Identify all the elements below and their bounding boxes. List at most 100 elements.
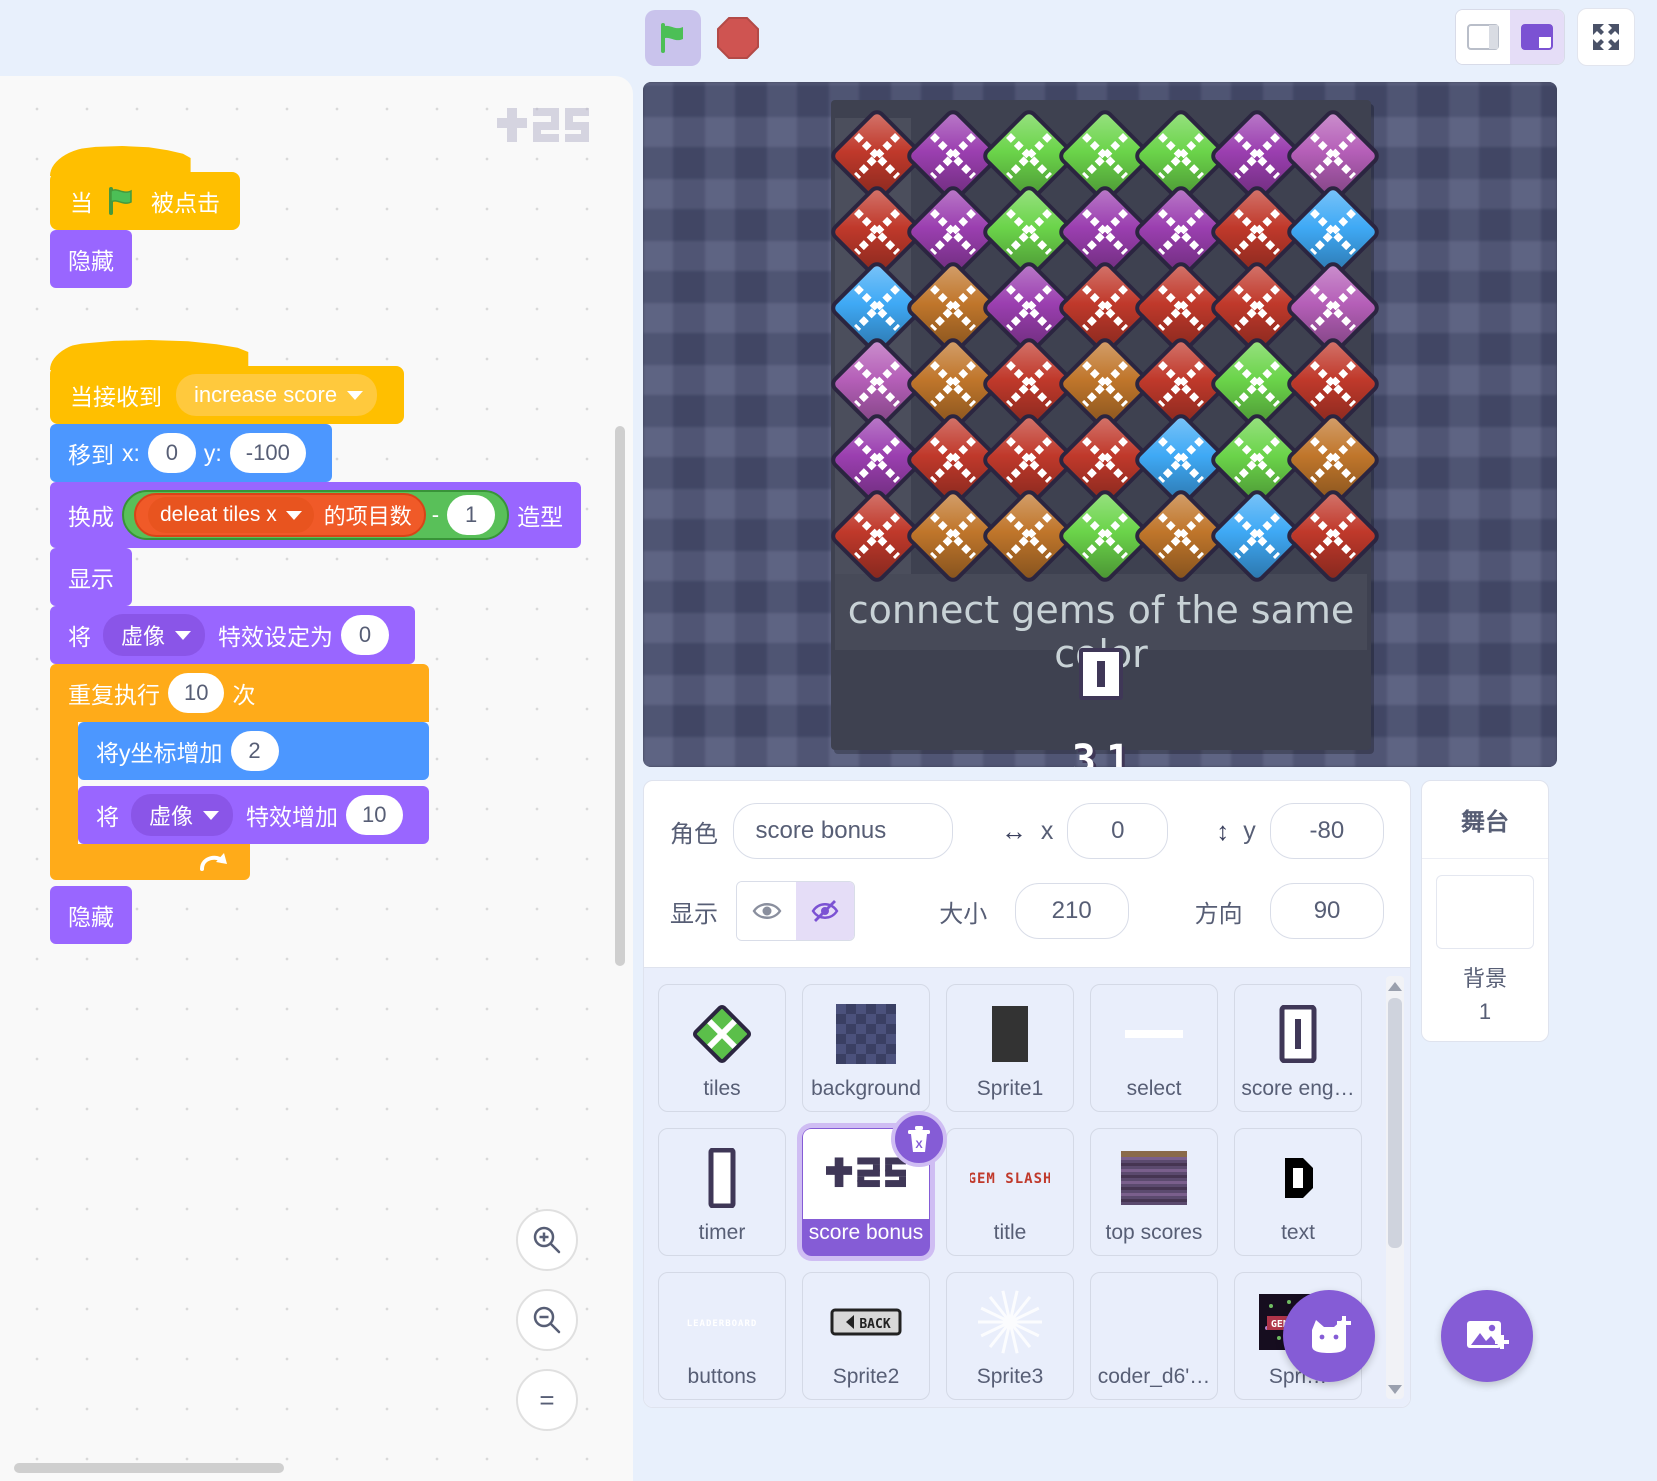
change-effect-block[interactable]: 将 虚像 特效增加 10 — [78, 786, 429, 844]
sprite-tile-tiles[interactable]: tiles — [658, 984, 786, 1112]
sprite-name-input[interactable]: score bonus — [733, 803, 953, 859]
gem-cell[interactable] — [1295, 270, 1371, 346]
gem-cell[interactable] — [839, 270, 915, 346]
gem-cell[interactable] — [991, 194, 1067, 270]
sprite-tile-background[interactable]: background — [802, 984, 930, 1112]
sprite-tile-select[interactable]: select — [1090, 984, 1218, 1112]
gem-cell[interactable] — [1143, 194, 1219, 270]
gem-cell[interactable] — [1219, 118, 1295, 194]
goto-y-input[interactable]: -100 — [230, 433, 306, 473]
scroll-down-button[interactable] — [1386, 1379, 1404, 1399]
repeat-count-input[interactable]: 10 — [168, 673, 224, 713]
gem-cell[interactable] — [839, 346, 915, 422]
gem-cell[interactable] — [839, 194, 915, 270]
gem-cell[interactable] — [915, 118, 991, 194]
subtract-operator-block[interactable]: deleat tiles x 的项目数 - 1 — [122, 490, 509, 540]
gem-cell[interactable] — [1219, 422, 1295, 498]
effect-dropdown[interactable]: 虚像 — [103, 614, 205, 656]
repeat-header[interactable]: 重复执行 10 次 — [50, 664, 429, 722]
gem-cell[interactable] — [839, 498, 915, 574]
gem-cell[interactable] — [1295, 422, 1371, 498]
workspace-horizontal-scrollbar[interactable] — [14, 1463, 284, 1473]
gem-grid[interactable] — [839, 118, 1371, 574]
when-receive-block[interactable]: 当接收到 increase score — [50, 366, 404, 424]
gem-cell[interactable] — [915, 422, 991, 498]
large-stage-button[interactable] — [1510, 10, 1564, 64]
repeat-block[interactable]: 重复执行 10 次 将y坐标增加 2 将 虚像 — [50, 664, 429, 880]
gem-cell[interactable] — [839, 118, 915, 194]
code-workspace[interactable]: 当 被点击 隐藏 当接收到 increase score 移到 — [0, 76, 633, 1481]
sprite-tile-top-scores[interactable]: top scores — [1090, 1128, 1218, 1256]
message-dropdown[interactable]: increase score — [176, 374, 377, 416]
goto-x-input[interactable]: 0 — [148, 433, 196, 473]
zoom-out-button[interactable] — [516, 1289, 578, 1351]
hide-block-2[interactable]: 隐藏 — [50, 886, 132, 944]
goto-xy-block[interactable]: 移到 x: 0 y: -100 — [50, 424, 332, 482]
sprite-size-input[interactable]: 210 — [1015, 883, 1129, 939]
gem-cell[interactable] — [1143, 346, 1219, 422]
gem-cell[interactable] — [1067, 346, 1143, 422]
gem-cell[interactable] — [1067, 422, 1143, 498]
gem-cell[interactable] — [1143, 270, 1219, 346]
gem-cell[interactable] — [1219, 270, 1295, 346]
sprite-tile-sprite1[interactable]: Sprite1 — [946, 984, 1074, 1112]
change-y-value-input[interactable]: 2 — [231, 731, 279, 771]
sprite-list-scrollbar[interactable] — [1386, 976, 1404, 1399]
gem-cell[interactable] — [1143, 118, 1219, 194]
when-flag-clicked-block[interactable]: 当 被点击 — [50, 172, 240, 230]
hide-sprite-button[interactable] — [796, 882, 854, 940]
gem-cell[interactable] — [1295, 498, 1371, 574]
hide-block-1[interactable]: 隐藏 — [50, 230, 132, 288]
sprite-tile-sprite2[interactable]: BACKSprite2 — [802, 1272, 930, 1400]
gem-cell[interactable] — [1067, 270, 1143, 346]
sprite-tile-title[interactable]: GEM SLASHtitle — [946, 1128, 1074, 1256]
delete-sprite-button[interactable]: X — [891, 1111, 947, 1167]
sprite-tile-score-bonus[interactable]: score bonusX — [802, 1128, 930, 1256]
show-sprite-button[interactable] — [737, 882, 795, 940]
gem-cell[interactable] — [915, 194, 991, 270]
gem-cell[interactable] — [991, 422, 1067, 498]
add-sprite-button[interactable] — [1283, 1290, 1375, 1382]
gem-cell[interactable] — [1295, 346, 1371, 422]
change-effect-value-input[interactable]: 10 — [346, 795, 402, 835]
sprite-x-input[interactable]: 0 — [1067, 803, 1168, 859]
gem-cell[interactable] — [1067, 118, 1143, 194]
gem-cell[interactable] — [991, 498, 1067, 574]
sprite-y-input[interactable]: -80 — [1270, 803, 1384, 859]
set-effect-block[interactable]: 将 虚像 特效设定为 0 — [50, 606, 415, 664]
gem-cell[interactable] — [991, 118, 1067, 194]
gem-cell[interactable] — [991, 270, 1067, 346]
gem-cell[interactable] — [1219, 194, 1295, 270]
workspace-vertical-scrollbar[interactable] — [615, 426, 625, 966]
change-y-block[interactable]: 将y坐标增加 2 — [78, 722, 429, 780]
gem-cell[interactable] — [1295, 194, 1371, 270]
stage[interactable]: connect gems of the same color 31 — [643, 82, 1557, 767]
gem-cell[interactable] — [1295, 118, 1371, 194]
gem-cell[interactable] — [1143, 422, 1219, 498]
stage-selector-card[interactable]: 舞台 背景 1 — [1421, 780, 1549, 1042]
small-stage-button[interactable] — [1456, 10, 1510, 64]
sprite-tile-coder-d6-[interactable]: coder_d6'… — [1090, 1272, 1218, 1400]
sprite-tile-score-eng-[interactable]: score eng… — [1234, 984, 1362, 1112]
scroll-up-button[interactable] — [1386, 976, 1404, 996]
scrollbar-thumb[interactable] — [1388, 998, 1402, 1248]
stop-button[interactable] — [711, 11, 765, 65]
gem-cell[interactable] — [1143, 498, 1219, 574]
change-effect-dropdown[interactable]: 虚像 — [131, 794, 233, 836]
gem-cell[interactable] — [1067, 194, 1143, 270]
gem-cell[interactable] — [1219, 498, 1295, 574]
length-of-list-block[interactable]: deleat tiles x 的项目数 — [134, 493, 426, 537]
zoom-in-button[interactable] — [516, 1209, 578, 1271]
green-flag-button[interactable] — [645, 10, 701, 66]
gem-cell[interactable] — [915, 498, 991, 574]
gem-cell[interactable] — [915, 270, 991, 346]
sprite-tile-buttons[interactable]: LEADERBOARDbuttons — [658, 1272, 786, 1400]
sprite-direction-input[interactable]: 90 — [1270, 883, 1384, 939]
list-dropdown[interactable]: deleat tiles x — [148, 497, 314, 533]
gem-cell[interactable] — [991, 346, 1067, 422]
sprite-tile-text[interactable]: text — [1234, 1128, 1362, 1256]
gem-cell[interactable] — [915, 346, 991, 422]
gem-cell[interactable] — [839, 422, 915, 498]
sprite-tile-sprite3[interactable]: Sprite3 — [946, 1272, 1074, 1400]
gem-cell[interactable] — [1067, 498, 1143, 574]
